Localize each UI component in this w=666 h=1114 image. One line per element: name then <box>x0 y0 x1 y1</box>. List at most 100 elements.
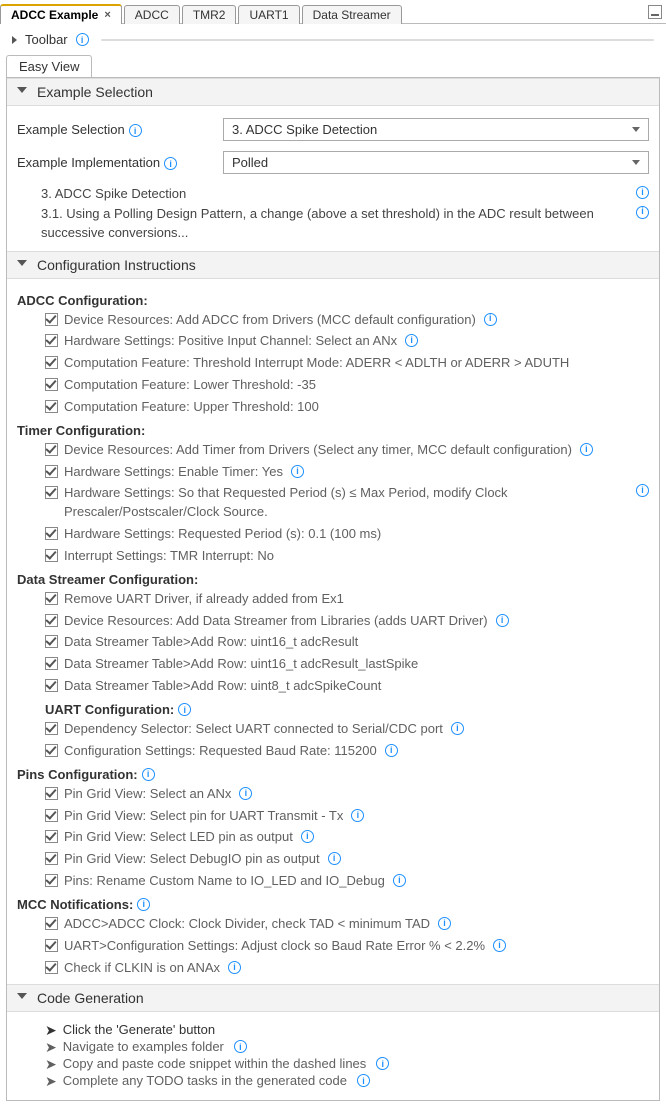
info-icon[interactable] <box>228 961 241 974</box>
info-icon[interactable] <box>357 1074 370 1087</box>
tab-uart1[interactable]: UART1 <box>238 5 299 24</box>
checkbox[interactable] <box>45 744 58 757</box>
code-generation-body: ➤Click the 'Generate' button ➤Navigate t… <box>7 1012 659 1094</box>
desc-title: 3. ADCC Spike Detection <box>41 184 186 204</box>
desc-body: 3.1. Using a Polling Design Pattern, a c… <box>41 204 601 243</box>
info-icon[interactable] <box>178 703 191 716</box>
checkbox[interactable] <box>45 874 58 887</box>
checkbox[interactable] <box>45 722 58 735</box>
checkbox[interactable] <box>45 939 58 952</box>
config-item: Device Resources: Add Data Streamer from… <box>45 612 649 631</box>
example-impl-label: Example Implementation <box>17 155 217 171</box>
config-item: Data Streamer Table>Add Row: uint16_t ad… <box>45 633 649 652</box>
chevron-down-icon <box>632 160 640 165</box>
info-icon[interactable] <box>496 614 509 627</box>
tab-data-streamer[interactable]: Data Streamer <box>302 5 402 24</box>
example-description: 3. ADCC Spike Detection 3.1. Using a Pol… <box>41 184 649 243</box>
toolbar-row: Toolbar <box>0 24 666 55</box>
group-pins: Pins Configuration: <box>17 767 649 782</box>
config-item: Pin Grid View: Select DebugIO pin as out… <box>45 850 649 869</box>
tab-adcc-example[interactable]: ADCC Example × <box>0 4 122 24</box>
info-icon[interactable] <box>76 33 89 46</box>
info-icon[interactable] <box>129 124 142 137</box>
checkbox[interactable] <box>45 443 58 456</box>
section-config-instructions[interactable]: Configuration Instructions <box>7 251 659 279</box>
tab-label: ADCC Example <box>11 8 98 22</box>
info-icon[interactable] <box>351 809 364 822</box>
subtab-easy-view[interactable]: Easy View <box>6 55 92 77</box>
codegen-step: ➤Click the 'Generate' button <box>45 1022 649 1037</box>
config-item: Pins: Rename Custom Name to IO_LED and I… <box>45 872 649 891</box>
info-icon[interactable] <box>580 443 593 456</box>
close-icon[interactable]: × <box>104 9 110 21</box>
checkbox[interactable] <box>45 465 58 478</box>
checkbox[interactable] <box>45 614 58 627</box>
checkbox[interactable] <box>45 549 58 562</box>
info-icon[interactable] <box>636 186 649 199</box>
section-title: Code Generation <box>37 990 144 1006</box>
toolbar-disclosure-icon[interactable] <box>12 36 17 44</box>
config-item: Check if CLKIN is on ANAx <box>45 959 649 978</box>
info-icon[interactable] <box>385 744 398 757</box>
config-item: Hardware Settings: Enable Timer: Yes <box>45 463 649 482</box>
checkbox[interactable] <box>45 592 58 605</box>
info-icon[interactable] <box>234 1040 247 1053</box>
info-icon[interactable] <box>328 852 341 865</box>
section-example-selection[interactable]: Example Selection <box>7 78 659 106</box>
info-icon[interactable] <box>636 206 649 219</box>
checkbox[interactable] <box>45 679 58 692</box>
info-icon[interactable] <box>301 830 314 843</box>
config-item: Hardware Settings: So that Requested Per… <box>45 484 649 522</box>
toolbar-divider <box>101 39 654 41</box>
checkbox[interactable] <box>45 852 58 865</box>
info-icon[interactable] <box>137 898 150 911</box>
minimize-icon[interactable] <box>648 5 662 19</box>
group-adcc: ADCC Configuration: <box>17 293 649 308</box>
checkbox[interactable] <box>45 961 58 974</box>
checkbox[interactable] <box>45 356 58 369</box>
info-icon[interactable] <box>405 334 418 347</box>
checkbox[interactable] <box>45 400 58 413</box>
config-item: Computation Feature: Upper Threshold: 10… <box>45 398 649 417</box>
info-icon[interactable] <box>438 917 451 930</box>
config-item: ADCC>ADCC Clock: Clock Divider, check TA… <box>45 915 649 934</box>
info-icon[interactable] <box>393 874 406 887</box>
info-icon[interactable] <box>164 157 177 170</box>
arrow-icon: ➤ <box>45 1074 57 1088</box>
checkbox[interactable] <box>45 313 58 326</box>
checkbox[interactable] <box>45 809 58 822</box>
checkbox[interactable] <box>45 917 58 930</box>
info-icon[interactable] <box>451 722 464 735</box>
info-icon[interactable] <box>484 313 497 326</box>
checkbox[interactable] <box>45 635 58 648</box>
info-icon[interactable] <box>142 768 155 781</box>
toolbar-label: Toolbar <box>25 32 68 47</box>
checkbox[interactable] <box>45 334 58 347</box>
info-icon[interactable] <box>636 484 649 497</box>
tab-tmr2[interactable]: TMR2 <box>182 5 237 24</box>
main-panel: Example Selection Example Selection 3. A… <box>6 77 660 1101</box>
checkbox[interactable] <box>45 830 58 843</box>
checkbox[interactable] <box>45 787 58 800</box>
group-uart: UART Configuration: <box>45 702 649 717</box>
example-selection-dropdown[interactable]: 3. ADCC Spike Detection <box>223 118 649 141</box>
codegen-step: ➤Navigate to examples folder <box>45 1039 649 1054</box>
select-value: Polled <box>232 155 268 170</box>
group-mcc-notifications: MCC Notifications: <box>17 897 649 912</box>
editor-tab-bar: ADCC Example × ADCC TMR2 UART1 Data Stre… <box>0 0 666 24</box>
checkbox[interactable] <box>45 527 58 540</box>
checkbox[interactable] <box>45 378 58 391</box>
config-instructions-body: ADCC Configuration: Device Resources: Ad… <box>7 279 659 985</box>
info-icon[interactable] <box>291 465 304 478</box>
info-icon[interactable] <box>493 939 506 952</box>
chevron-down-icon <box>17 993 27 1003</box>
checkbox[interactable] <box>45 657 58 670</box>
arrow-icon: ➤ <box>45 1057 57 1071</box>
config-item: Data Streamer Table>Add Row: uint16_t ad… <box>45 655 649 674</box>
checkbox[interactable] <box>45 486 58 499</box>
info-icon[interactable] <box>376 1057 389 1070</box>
tab-adcc[interactable]: ADCC <box>124 5 180 24</box>
info-icon[interactable] <box>239 787 252 800</box>
example-impl-dropdown[interactable]: Polled <box>223 151 649 174</box>
section-code-generation[interactable]: Code Generation <box>7 984 659 1012</box>
